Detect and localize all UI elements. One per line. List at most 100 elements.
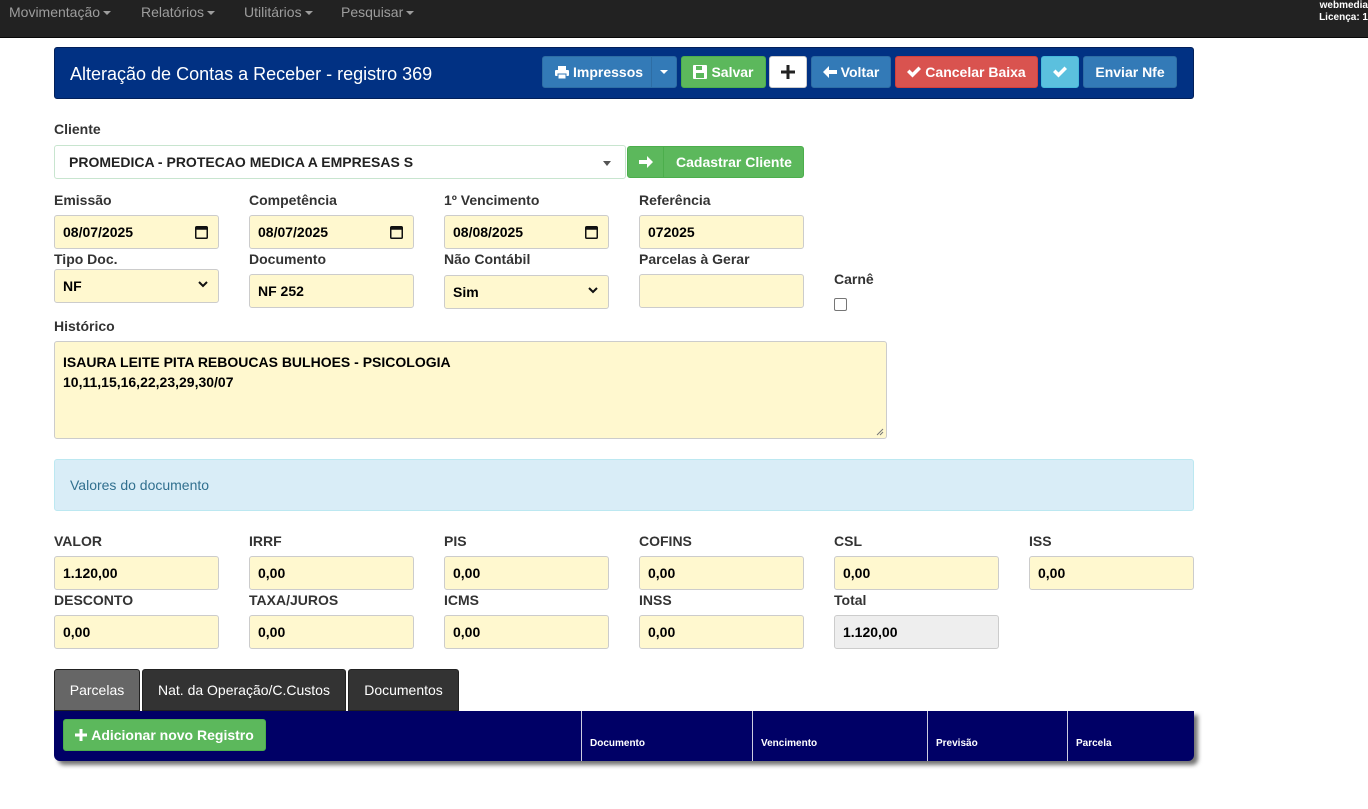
confirm-button[interactable] [1041, 56, 1079, 88]
chevron-down-icon [406, 11, 415, 16]
chevron-down-icon [304, 11, 313, 16]
save-icon [693, 65, 708, 79]
check-icon [907, 66, 922, 78]
add-record-label: Adicionar novo Registro [91, 727, 254, 743]
menu-movimentacao[interactable]: Movimentação [9, 4, 112, 20]
icms-input[interactable]: 0,00 [444, 615, 609, 649]
save-button[interactable]: Salvar [681, 56, 766, 88]
desconto-input[interactable]: 0,00 [54, 615, 219, 649]
referencia-label: Referência [639, 192, 711, 208]
top-navbar: Movimentação Relatórios Utilitários Pesq… [0, 0, 1368, 38]
calendar-icon[interactable] [585, 225, 598, 239]
plus-icon [781, 65, 795, 79]
taxa-juros-input[interactable]: 0,00 [249, 615, 414, 649]
parcelas-gerar-label: Parcelas à Gerar [639, 251, 750, 267]
tab-nat-operacao-label: Nat. da Operação/C.Custos [158, 682, 330, 698]
irrf-value: 0,00 [258, 565, 286, 581]
carne-label: Carnê [834, 271, 874, 287]
carne-checkbox[interactable] [834, 298, 847, 311]
impressos-main[interactable]: Impressos [555, 64, 643, 80]
column-header-previsao[interactable]: Previsão [936, 738, 978, 749]
resize-handle-icon[interactable] [876, 428, 884, 436]
valor-value: 1.120,00 [63, 565, 118, 581]
historico-line: 10,11,15,16,22,23,29,30/07 [63, 374, 234, 390]
iss-input[interactable]: 0,00 [1029, 556, 1194, 590]
chevron-down-icon [660, 70, 668, 74]
csl-label: CSL [834, 533, 862, 549]
arrow-right-icon [628, 147, 664, 177]
taxa-juros-label: TAXA/JUROS [249, 592, 339, 608]
taxa-juros-value: 0,00 [258, 624, 286, 640]
menu-relatorios[interactable]: Relatórios [141, 4, 216, 20]
column-divider [752, 711, 753, 761]
menu-utilitarios[interactable]: Utilitários [244, 4, 313, 20]
printer-icon [555, 65, 569, 79]
tipo-doc-value: NF [63, 278, 82, 294]
csl-input[interactable]: 0,00 [834, 556, 999, 590]
column-header-parcela[interactable]: Parcela [1076, 738, 1112, 749]
cofins-input[interactable]: 0,00 [639, 556, 804, 590]
tab-parcelas[interactable]: Parcelas [54, 669, 140, 711]
competencia-date-input[interactable]: 08/07/2025 [249, 215, 414, 249]
tipo-doc-select[interactable]: NF [54, 269, 219, 303]
iss-label: ISS [1029, 533, 1052, 549]
iss-value: 0,00 [1038, 565, 1066, 581]
menu-pesquisar[interactable]: Pesquisar [341, 4, 415, 20]
nao-contabil-select[interactable]: Sim [444, 275, 609, 309]
historico-line: ISAURA LEITE PITA REBOUCAS BULHOES - PSI… [63, 354, 451, 370]
menu-movimentacao-label: Movimentação [9, 4, 101, 20]
column-header-vencimento[interactable]: Vencimento [761, 738, 817, 749]
save-label: Salvar [711, 64, 754, 80]
vencimento-date-input[interactable]: 08/08/2025 [444, 215, 609, 249]
calendar-icon[interactable] [390, 225, 403, 239]
pis-input[interactable]: 0,00 [444, 556, 609, 590]
pis-value: 0,00 [453, 565, 481, 581]
irrf-input[interactable]: 0,00 [249, 556, 414, 590]
emissao-label: Emissão [54, 192, 112, 208]
plus-icon [75, 729, 88, 741]
cancel-baixa-button[interactable]: Cancelar Baixa [895, 56, 1038, 88]
tab-nat-operacao[interactable]: Nat. da Operação/C.Custos [142, 669, 346, 711]
tab-documentos[interactable]: Documentos [348, 669, 459, 711]
emissao-date-input[interactable]: 08/07/2025 [54, 215, 219, 249]
cofins-value: 0,00 [648, 565, 676, 581]
chevron-down-icon [207, 11, 216, 16]
cadastrar-cliente-label: Cadastrar Cliente [676, 154, 792, 170]
icms-value: 0,00 [453, 624, 481, 640]
calendar-icon[interactable] [195, 225, 208, 239]
user-name: webmedia [1319, 0, 1368, 11]
impressos-dropdown-toggle[interactable] [651, 57, 676, 87]
tab-parcelas-label: Parcelas [69, 682, 125, 698]
add-record-button[interactable]: Adicionar novo Registro [63, 719, 266, 751]
cliente-value: PROMEDICA - PROTECAO MEDICA A EMPRESAS S [69, 154, 414, 170]
valor-label: VALOR [54, 533, 102, 549]
referencia-input[interactable]: 072025 [639, 215, 804, 249]
parcelas-gerar-input[interactable] [639, 274, 804, 308]
total-value: 1.120,00 [843, 624, 898, 640]
valor-input[interactable]: 1.120,00 [54, 556, 219, 590]
historico-textarea[interactable]: ISAURA LEITE PITA REBOUCAS BULHOES - PSI… [54, 341, 887, 439]
inss-input[interactable]: 0,00 [639, 615, 804, 649]
total-input: 1.120,00 [834, 615, 999, 649]
add-button[interactable] [769, 56, 807, 88]
inss-value: 0,00 [648, 624, 676, 640]
documento-label: Documento [249, 251, 326, 267]
back-button[interactable]: Voltar [811, 56, 891, 88]
icms-label: ICMS [444, 592, 479, 608]
vencimento-value: 08/08/2025 [453, 224, 524, 240]
inss-label: INSS [639, 592, 672, 608]
back-label: Voltar [840, 64, 880, 80]
nao-contabil-value: Sim [453, 284, 479, 300]
license-info: Licença: 1 [1319, 12, 1368, 23]
menu-pesquisar-label: Pesquisar [341, 4, 404, 20]
cliente-select[interactable]: PROMEDICA - PROTECAO MEDICA A EMPRESAS S [54, 145, 626, 179]
column-header-documento[interactable]: Documento [590, 738, 645, 749]
send-nfe-button[interactable]: Enviar Nfe [1083, 56, 1177, 88]
send-nfe-label: Enviar Nfe [1095, 64, 1165, 80]
competencia-value: 08/07/2025 [258, 224, 329, 240]
page-title: Alteração de Contas a Receber - registro… [70, 64, 433, 84]
documento-input[interactable]: NF 252 [249, 274, 414, 308]
cadastrar-cliente-button[interactable]: Cadastrar Cliente [627, 146, 804, 178]
impressos-button[interactable]: Impressos [542, 56, 677, 88]
chevron-down-icon [198, 281, 208, 288]
